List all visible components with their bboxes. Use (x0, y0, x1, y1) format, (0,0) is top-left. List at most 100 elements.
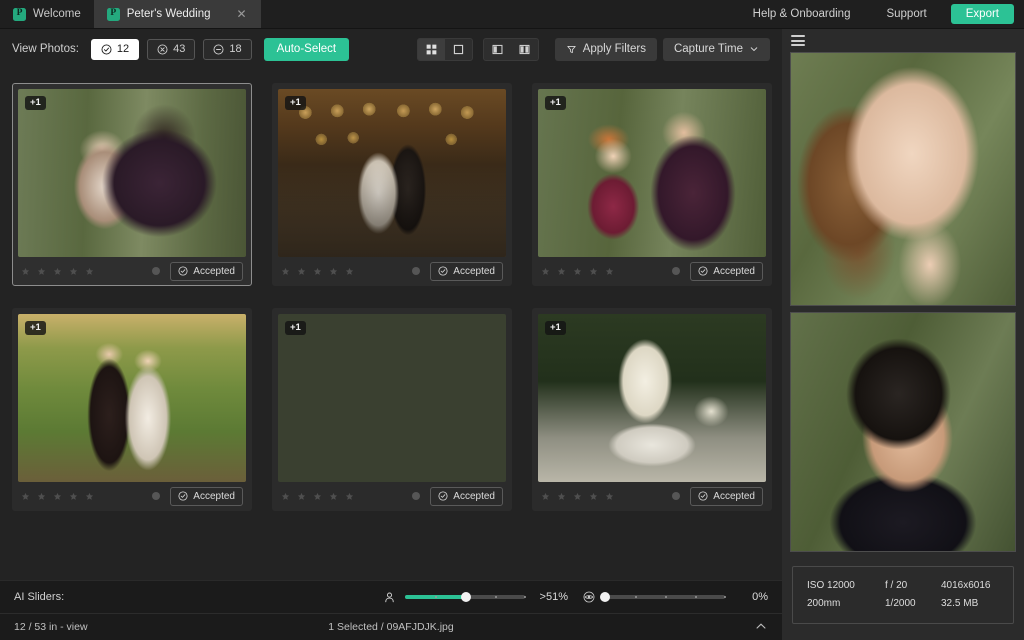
star-icon[interactable] (329, 492, 338, 501)
star-icon[interactable] (69, 492, 78, 501)
slider-tick (524, 596, 526, 598)
person-slider-track[interactable] (405, 595, 525, 599)
filter-chip-undecided[interactable]: 18 (203, 39, 251, 60)
star-icon[interactable] (605, 267, 614, 276)
photo-stack-badge[interactable]: +1 (545, 96, 566, 110)
star-icon[interactable] (313, 267, 322, 276)
star-icon[interactable] (69, 267, 78, 276)
photo-stack-badge[interactable]: +1 (285, 96, 306, 110)
star-icon[interactable] (589, 492, 598, 501)
photo-thumbnail[interactable]: +1 (538, 314, 766, 482)
status-badge[interactable]: Accepted (690, 262, 763, 281)
star-icon[interactable] (281, 492, 290, 501)
color-label-dot[interactable] (672, 267, 680, 275)
color-label-dot[interactable] (152, 492, 160, 500)
status-badge[interactable]: Accepted (170, 487, 243, 506)
star-icon[interactable] (345, 267, 354, 276)
metadata-focal-length: 200mm (807, 595, 885, 613)
star-icon[interactable] (573, 267, 582, 276)
auto-select-button[interactable]: Auto-Select (264, 38, 349, 61)
application-window: Welcome Peter's Wedding ✕ Help & Onboard… (0, 0, 1024, 640)
star-rating[interactable] (21, 492, 94, 501)
status-badge[interactable]: Accepted (690, 487, 763, 506)
status-badge[interactable]: Accepted (170, 262, 243, 281)
star-icon[interactable] (53, 267, 62, 276)
photo-card[interactable]: +1 Accepted (532, 308, 772, 511)
color-label-dot[interactable] (412, 492, 420, 500)
visibility-slider-track[interactable] (605, 595, 725, 599)
star-icon[interactable] (37, 492, 46, 501)
hamburger-menu-icon[interactable] (791, 35, 805, 46)
export-button[interactable]: Export (951, 4, 1014, 24)
photo-image (18, 314, 246, 482)
grid-view-icon[interactable] (418, 39, 445, 60)
filter-chip-count: 18 (229, 43, 241, 55)
star-icon[interactable] (329, 267, 338, 276)
preview-bride[interactable] (790, 52, 1016, 306)
star-icon[interactable] (297, 492, 306, 501)
star-icon[interactable] (541, 492, 550, 501)
photo-card[interactable]: +1 Accepted (532, 83, 772, 286)
star-icon[interactable] (589, 267, 598, 276)
tab-peters-wedding[interactable]: Peter's Wedding ✕ (94, 0, 261, 28)
photo-thumbnail[interactable]: +1 (538, 89, 766, 257)
sort-dropdown[interactable]: Capture Time (663, 38, 770, 61)
tab-bar: Welcome Peter's Wedding ✕ Help & Onboard… (0, 0, 1024, 29)
star-icon[interactable] (605, 492, 614, 501)
photo-card[interactable]: +1 Accepted (12, 308, 252, 511)
photo-grid: +1 Accepted +1 Accepted +1 Accepted +1 Accepted… (12, 83, 770, 511)
color-label-dot[interactable] (672, 492, 680, 500)
star-icon[interactable] (281, 267, 290, 276)
photo-card[interactable]: +1 Accepted (272, 83, 512, 286)
star-rating[interactable] (281, 492, 354, 501)
photo-stack-badge[interactable]: +1 (25, 96, 46, 110)
photo-thumbnail[interactable]: +1 (18, 89, 246, 257)
close-icon[interactable]: ✕ (236, 8, 248, 20)
star-rating[interactable] (541, 492, 614, 501)
status-badge-label: Accepted (713, 491, 755, 502)
filter-chip-rejected[interactable]: 43 (147, 39, 195, 60)
split-view-icon[interactable] (484, 39, 511, 60)
color-label-dot[interactable] (412, 267, 420, 275)
photo-card[interactable]: +1 Accepted (272, 308, 512, 511)
support-link[interactable]: Support (868, 8, 944, 20)
photo-thumbnail[interactable]: +1 (278, 89, 506, 257)
color-label-dot[interactable] (152, 267, 160, 275)
star-rating[interactable] (541, 267, 614, 276)
star-icon[interactable] (313, 492, 322, 501)
star-icon[interactable] (37, 267, 46, 276)
person-slider-knob[interactable] (461, 592, 471, 602)
star-rating[interactable] (281, 267, 354, 276)
photo-card[interactable]: +1 Accepted (12, 83, 252, 286)
help-onboarding-link[interactable]: Help & Onboarding (735, 8, 869, 20)
photo-stack-badge[interactable]: +1 (25, 321, 46, 335)
apply-filters-button[interactable]: Apply Filters (555, 38, 657, 61)
header-actions: Help & Onboarding Support Export (735, 0, 1024, 28)
star-icon[interactable] (85, 267, 94, 276)
status-badge[interactable]: Accepted (430, 487, 503, 506)
single-view-icon[interactable] (445, 39, 472, 60)
star-icon[interactable] (297, 267, 306, 276)
preview-groom[interactable] (790, 312, 1016, 552)
photo-thumbnail[interactable]: +1 (278, 314, 506, 482)
star-icon[interactable] (21, 492, 30, 501)
status-badge[interactable]: Accepted (430, 262, 503, 281)
photo-thumbnail[interactable]: +1 (18, 314, 246, 482)
star-rating[interactable] (21, 267, 94, 276)
star-icon[interactable] (573, 492, 582, 501)
photo-stack-badge[interactable]: +1 (285, 321, 306, 335)
star-icon[interactable] (557, 267, 566, 276)
star-icon[interactable] (53, 492, 62, 501)
photo-stack-badge[interactable]: +1 (545, 321, 566, 335)
visibility-slider-knob[interactable] (600, 592, 610, 602)
star-icon[interactable] (557, 492, 566, 501)
chevron-up-icon[interactable] (754, 619, 768, 636)
star-icon[interactable] (85, 492, 94, 501)
star-icon[interactable] (541, 267, 550, 276)
star-icon[interactable] (21, 267, 30, 276)
filter-chip-accepted[interactable]: 12 (91, 39, 139, 60)
photo-card-footer: Accepted (278, 257, 506, 285)
compare-view-icon[interactable] (511, 39, 538, 60)
tab-welcome[interactable]: Welcome (0, 0, 94, 28)
star-icon[interactable] (345, 492, 354, 501)
